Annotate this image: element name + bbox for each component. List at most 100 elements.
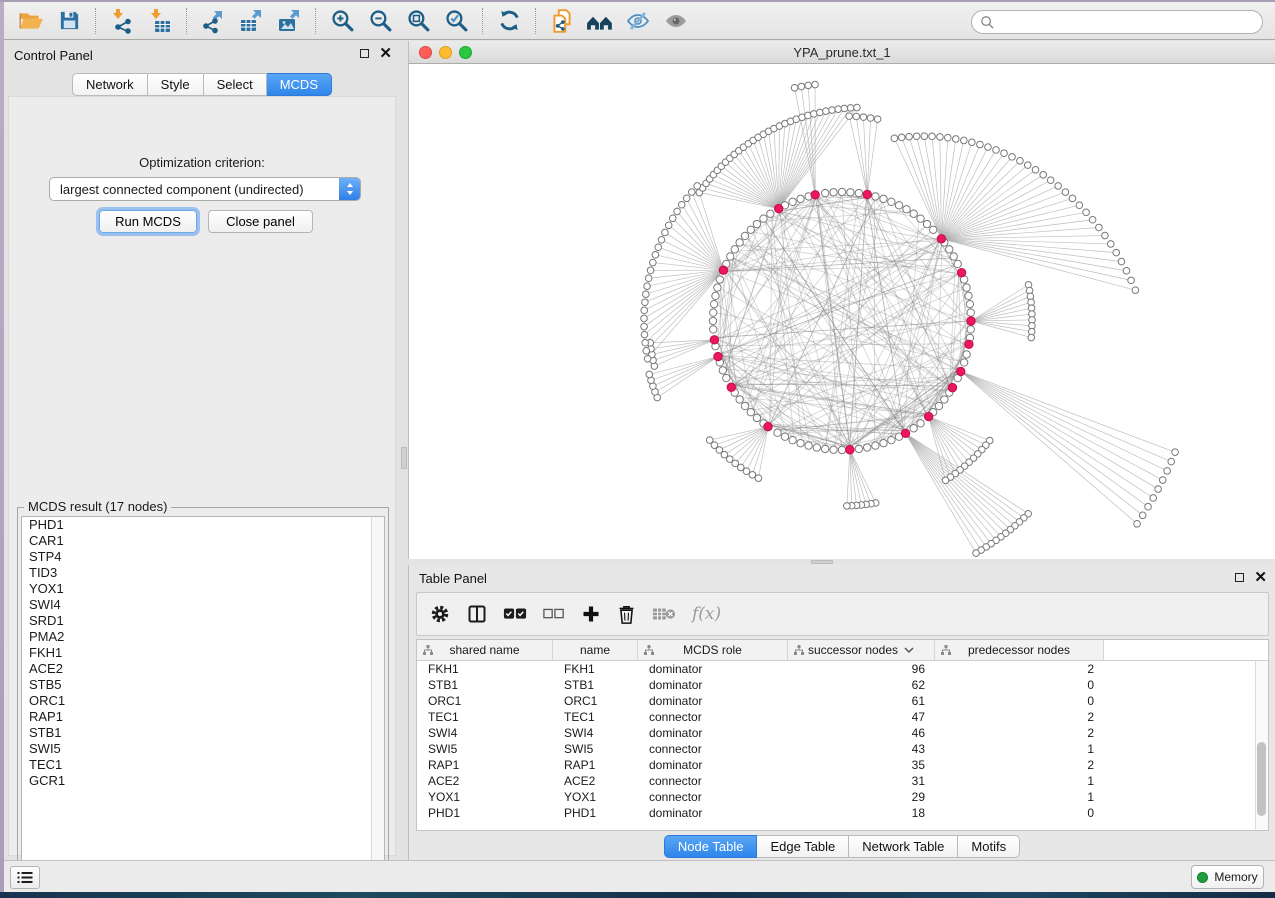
close-panel-icon[interactable]: ✕	[379, 48, 392, 59]
copy-share-icon[interactable]	[543, 5, 581, 37]
tab-select[interactable]: Select	[204, 73, 267, 96]
network-node[interactable]	[960, 137, 967, 144]
mcds-node[interactable]	[957, 268, 965, 276]
network-node[interactable]	[641, 323, 648, 330]
column-header-successor-nodes[interactable]: successor nodes	[788, 640, 935, 660]
mcds-node[interactable]	[957, 367, 965, 375]
network-node[interactable]	[880, 439, 887, 446]
network-node[interactable]	[960, 359, 967, 366]
network-node[interactable]	[1139, 512, 1146, 519]
network-node[interactable]	[898, 134, 905, 141]
memory-button[interactable]: Memory	[1191, 865, 1264, 889]
network-node[interactable]	[829, 107, 836, 114]
network-node[interactable]	[855, 445, 862, 452]
tab-node-table[interactable]: Node Table	[664, 835, 758, 858]
network-node[interactable]	[688, 189, 695, 196]
network-node[interactable]	[749, 472, 756, 479]
network-node[interactable]	[753, 220, 760, 227]
network-node[interactable]	[1089, 216, 1096, 223]
network-node[interactable]	[641, 331, 648, 338]
table-row[interactable]: YOX1YOX1connector291	[417, 789, 1268, 805]
network-node[interactable]	[709, 317, 716, 324]
network-node[interactable]	[646, 371, 653, 378]
network-node[interactable]	[767, 210, 774, 217]
network-node[interactable]	[1069, 195, 1076, 202]
network-node[interactable]	[1024, 162, 1031, 169]
network-node[interactable]	[965, 292, 972, 299]
network-node[interactable]	[910, 210, 917, 217]
network-node[interactable]	[1083, 209, 1090, 216]
network-node[interactable]	[805, 82, 812, 89]
network-node[interactable]	[710, 326, 717, 333]
mcds-node[interactable]	[901, 429, 909, 437]
network-node[interactable]	[723, 374, 730, 381]
network-node[interactable]	[930, 226, 937, 233]
network-node[interactable]	[1172, 449, 1179, 456]
network-node[interactable]	[880, 195, 887, 202]
mcds-node[interactable]	[965, 340, 973, 348]
task-history-button[interactable]	[10, 866, 40, 889]
mcds-result-item[interactable]: ACE2	[22, 661, 384, 677]
export-table-icon[interactable]	[232, 5, 270, 37]
network-node[interactable]	[650, 259, 657, 266]
hide-selected-icon[interactable]	[619, 5, 657, 37]
network-node[interactable]	[714, 284, 721, 291]
add-column-icon[interactable]	[581, 597, 601, 631]
network-node[interactable]	[789, 198, 796, 205]
table-row[interactable]: RAP1RAP1dominator352	[417, 757, 1268, 773]
show-all-icon[interactable]	[657, 5, 695, 37]
table-row[interactable]: ACE2ACE2connector311	[417, 773, 1268, 789]
network-node[interactable]	[645, 275, 652, 282]
network-node[interactable]	[963, 351, 970, 358]
zoom-out-icon[interactable]	[361, 5, 399, 37]
tab-style[interactable]: Style	[148, 73, 204, 96]
network-node[interactable]	[1107, 241, 1114, 248]
show-columns-icon[interactable]	[467, 597, 487, 631]
mcds-result-item[interactable]: CAR1	[22, 533, 384, 549]
mcds-result-item[interactable]: RAP1	[22, 709, 384, 725]
tab-edge-table[interactable]: Edge Table	[757, 835, 849, 858]
network-node[interactable]	[952, 136, 959, 143]
mcds-result-item[interactable]: TEC1	[22, 757, 384, 773]
first-neighbors-icon[interactable]	[581, 5, 619, 37]
network-node[interactable]	[985, 144, 992, 151]
network-node[interactable]	[712, 292, 719, 299]
network-node[interactable]	[950, 253, 957, 260]
mcds-node[interactable]	[811, 191, 819, 199]
network-node[interactable]	[706, 437, 713, 444]
network-node[interactable]	[853, 113, 860, 120]
network-node[interactable]	[888, 436, 895, 443]
mcds-node[interactable]	[967, 317, 975, 325]
network-node[interactable]	[821, 189, 828, 196]
vertical-splitter[interactable]	[400, 41, 408, 860]
mcds-result-item[interactable]: STP4	[22, 549, 384, 565]
export-image-icon[interactable]	[270, 5, 308, 37]
network-node[interactable]	[710, 309, 717, 316]
network-node[interactable]	[1047, 177, 1054, 184]
network-node[interactable]	[942, 477, 949, 484]
mcds-result-item[interactable]: STB5	[22, 677, 384, 693]
network-node[interactable]	[993, 147, 1000, 154]
tab-mcds[interactable]: MCDS	[267, 73, 332, 96]
column-header-MCDS-role[interactable]: MCDS role	[638, 640, 788, 660]
network-node[interactable]	[741, 232, 748, 239]
table-row[interactable]: SWI5SWI5connector431	[417, 741, 1268, 757]
mcds-node[interactable]	[764, 422, 772, 430]
network-node[interactable]	[736, 396, 743, 403]
column-header-shared-name[interactable]: shared name	[417, 640, 553, 660]
refresh-icon[interactable]	[490, 5, 528, 37]
mcds-result-item[interactable]: ORC1	[22, 693, 384, 709]
network-node[interactable]	[929, 133, 936, 140]
network-node[interactable]	[747, 226, 754, 233]
network-node[interactable]	[1040, 172, 1047, 179]
splitter-grip[interactable]	[401, 447, 407, 469]
network-node[interactable]	[719, 367, 726, 374]
table-row[interactable]: ORC1ORC1dominator610	[417, 693, 1268, 709]
mcds-result-item[interactable]: SWI4	[22, 597, 384, 613]
mcds-node[interactable]	[924, 412, 932, 420]
mcds-node[interactable]	[719, 266, 727, 274]
network-node[interactable]	[644, 355, 651, 362]
table-row[interactable]: FKH1FKH1dominator962	[417, 661, 1268, 677]
gear-icon[interactable]	[429, 597, 451, 631]
mcds-node[interactable]	[937, 235, 945, 243]
